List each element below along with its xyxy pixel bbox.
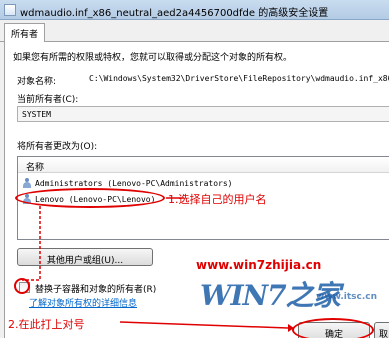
tab-owner[interactable]: 所有者 (4, 23, 46, 42)
other-users-button[interactable]: 其他用户或组(U)... (17, 248, 153, 266)
window-title: wdmaudio.inf_x86_neutral_aed2a4456700dfd… (20, 8, 329, 19)
intro-text: 如果您有所需的权限或特权，您就可以取得或分配这个对象的所有权。 (13, 53, 293, 63)
watermark-url: www.win7zhijia.cn (196, 258, 322, 272)
user-group-icon (22, 178, 32, 188)
folder-icon (4, 4, 16, 16)
replace-owner-label: 替换子容器和对象的所有者(R) (35, 285, 157, 295)
highlight-ring-ok (292, 318, 374, 338)
highlight-ring-checkbox (14, 278, 30, 294)
current-owner-field: SYSTEM (17, 106, 389, 122)
object-name-value: C:\Windows\System32\DriverStore\FileRepo… (89, 74, 389, 83)
annotation-step2: 2.在此打上对号 (8, 318, 85, 331)
current-owner-label: 当前所有者(C): (17, 95, 79, 105)
watermark-sub: www.itsc.cn (316, 292, 378, 302)
tab-bar: 所有者 (0, 20, 389, 42)
highlight-ring-user (15, 188, 165, 208)
list-item-label: Administrators (Lenovo-PC\Administrators… (35, 179, 233, 188)
list-header[interactable]: 名称 (18, 157, 389, 173)
window-title-bar[interactable]: wdmaudio.inf_x86_neutral_aed2a4456700dfd… (0, 0, 389, 20)
annotation-step1: 1.选择自己的用户名 (168, 193, 267, 206)
change-owner-label: 将所有者更改为(O): (17, 142, 98, 152)
object-name-label: 对象名称: (17, 77, 57, 87)
learn-ownership-link[interactable]: 了解对象所有权的详细信息 (29, 296, 137, 309)
list-header-name: 名称 (26, 163, 45, 173)
next-button[interactable]: 取 (374, 322, 389, 338)
